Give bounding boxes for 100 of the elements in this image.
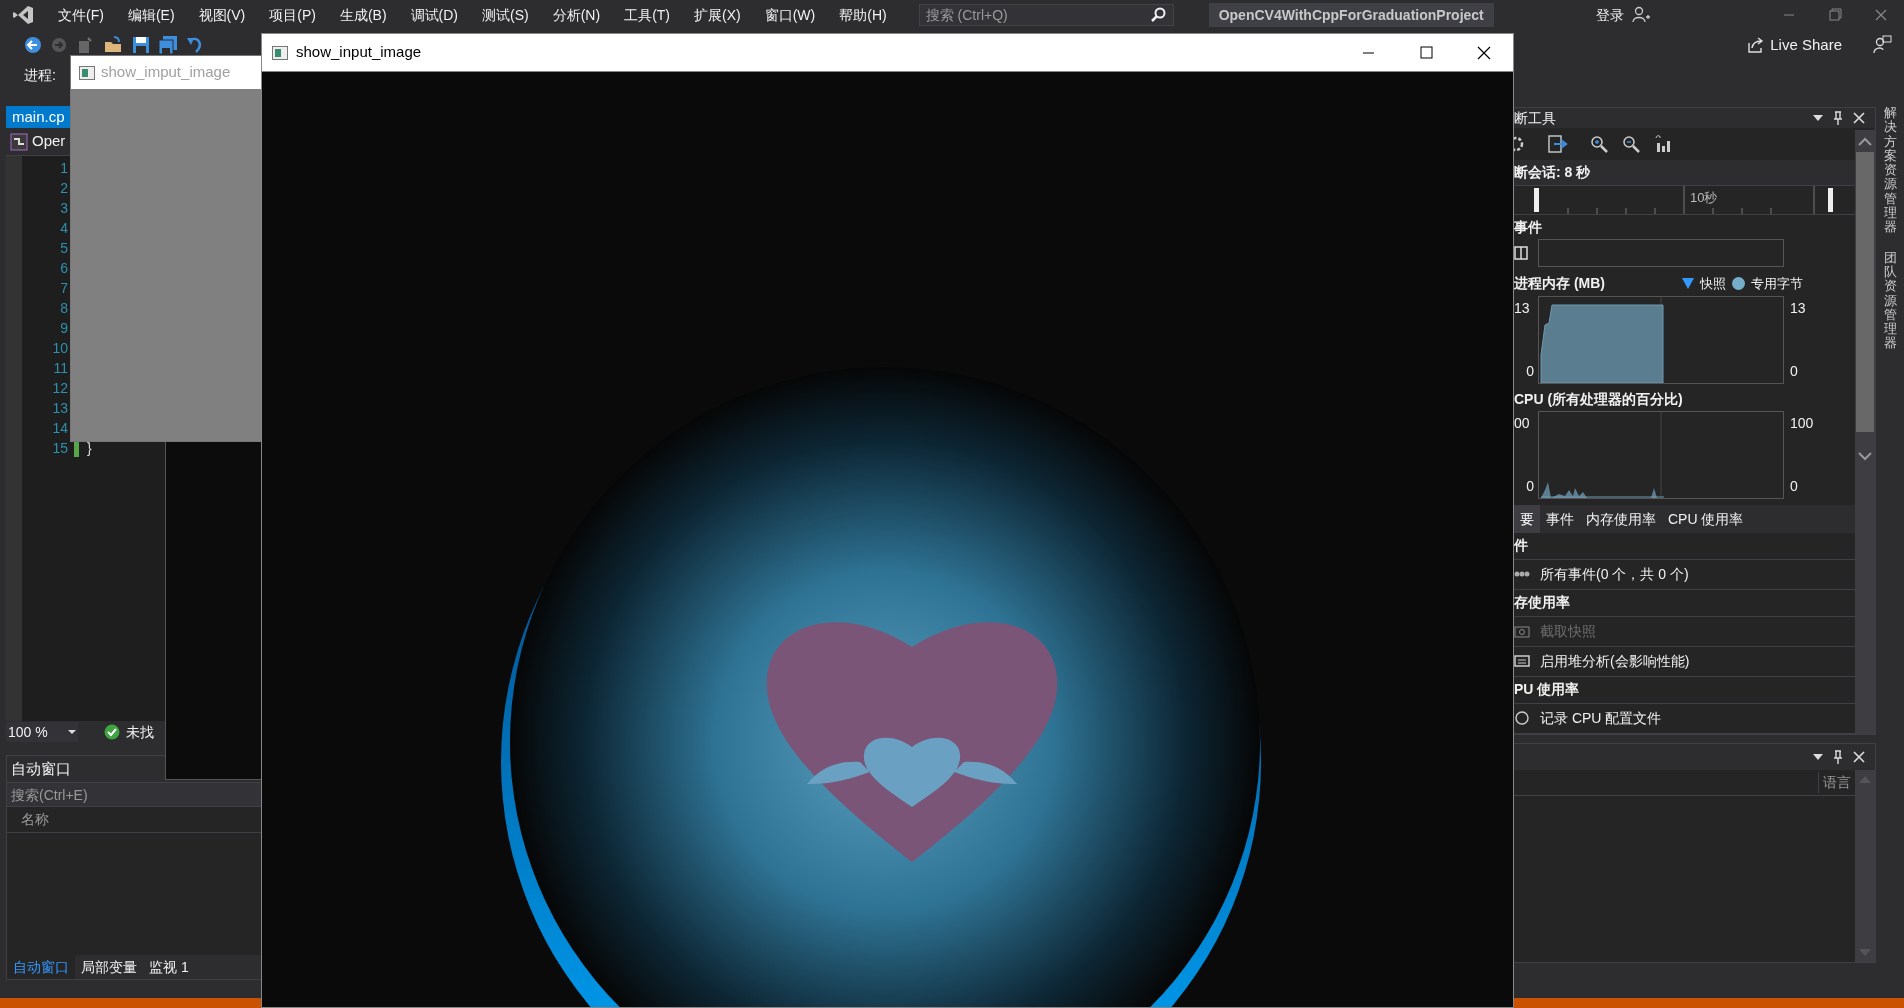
gear-icon[interactable] — [1514, 134, 1526, 153]
axis-label: 00 — [1514, 414, 1531, 434]
line-number: 4 — [60, 219, 68, 238]
line-number: 12 — [52, 379, 68, 398]
panel-tab[interactable]: CPU 使用率 — [1662, 505, 1750, 533]
person-add-icon[interactable] — [1631, 6, 1650, 24]
axis-label: 0 — [1525, 477, 1535, 497]
line-number: 8 — [60, 299, 68, 318]
window-title: show_imput_image — [101, 62, 231, 83]
undo-icon[interactable] — [186, 36, 204, 54]
legend-label: 快照 — [1700, 275, 1726, 294]
line-number: 9 — [60, 319, 68, 338]
pin-icon[interactable] — [1833, 111, 1843, 125]
panel-tab[interactable]: 监视 1 — [143, 955, 195, 979]
export-icon[interactable] — [1548, 134, 1568, 153]
panel-tab[interactable]: 事件 — [1540, 505, 1580, 533]
back-icon[interactable] — [24, 36, 42, 54]
axis-label: 0 — [1525, 361, 1535, 381]
side-tab[interactable]: 解决方案资源管理器 — [1883, 106, 1897, 235]
zoom-in-icon[interactable] — [1590, 134, 1608, 153]
menu-item[interactable]: 工具(T) — [612, 4, 682, 26]
memory-chip-icon — [1514, 654, 1530, 669]
axis-label: 13 — [1790, 298, 1807, 318]
line-number: 7 — [60, 279, 68, 298]
issues-status: 未找 — [126, 722, 154, 742]
project-icon — [10, 132, 28, 151]
column-header: 名称 — [21, 810, 49, 829]
window-title: show_input_image — [296, 42, 422, 63]
menu-item[interactable]: 扩展(X) — [682, 4, 753, 26]
save-icon[interactable] — [132, 36, 150, 54]
columns-icon[interactable] — [1514, 246, 1528, 261]
pin-icon[interactable] — [1833, 750, 1843, 764]
triangle-icon — [1682, 278, 1694, 290]
section-label: 事件 — [1514, 218, 1543, 238]
column-header: 语言 — [1818, 772, 1851, 793]
line-number: 5 — [60, 239, 68, 258]
panel-title: 断工具 — [1514, 108, 1556, 128]
chevron-down-icon — [1858, 452, 1872, 462]
menu-item[interactable]: 编辑(E) — [115, 4, 187, 26]
zoom-dropdown[interactable]: 100 % — [6, 722, 78, 742]
record-icon — [1514, 710, 1530, 727]
solution-name: OpenCV4WithCppForGraduationProject — [1208, 3, 1494, 27]
search-field[interactable]: 搜索 (Ctrl+Q) — [918, 4, 1174, 26]
menu-item[interactable]: 生成(B) — [327, 4, 399, 26]
menu-item[interactable]: 文件(F) — [46, 4, 116, 26]
menu-item[interactable]: 调试(D) — [398, 4, 470, 26]
menu-item[interactable]: 窗口(W) — [752, 4, 828, 26]
session-duration: 断会话: 8 秒 — [1514, 159, 1855, 186]
menu-item[interactable]: 测试(S) — [470, 4, 541, 26]
timeline-label: 10秒 — [1690, 189, 1718, 208]
panel-tab[interactable]: 要 — [1514, 505, 1540, 533]
menu-item[interactable]: 项目(P) — [257, 4, 328, 26]
line-number: 14 — [52, 419, 68, 438]
sign-in-link[interactable]: 登录 — [1595, 4, 1624, 26]
feedback-icon[interactable] — [1872, 35, 1892, 55]
line-number: 6 — [60, 259, 68, 278]
line-number: 10 — [52, 339, 68, 358]
process-label: 进程: — [24, 65, 56, 85]
line-number: 13 — [52, 399, 68, 418]
save-all-icon[interactable] — [158, 36, 178, 54]
axis-label: 0 — [1790, 477, 1799, 497]
panel-title: 自动窗口 — [11, 758, 71, 779]
legend-label: 专用字节 — [1751, 275, 1803, 294]
menu-item[interactable]: 视图(V) — [186, 4, 258, 26]
panel-tab[interactable]: 内存使用率 — [1580, 505, 1662, 533]
menu-item[interactable]: 帮助(H) — [827, 4, 899, 26]
close-icon[interactable] — [1853, 112, 1865, 124]
line-number: 1 — [60, 159, 68, 178]
chart-title: 进程内存 (MB) — [1514, 274, 1605, 294]
menu-item[interactable]: 分析(N) — [540, 4, 613, 26]
window-icon — [272, 45, 288, 60]
scroll-up-icon — [1859, 776, 1871, 783]
check-circle-icon — [104, 724, 120, 740]
line-number: 2 — [60, 179, 68, 198]
close-icon[interactable] — [1853, 751, 1865, 763]
window-icon — [79, 65, 95, 80]
scroll-bar[interactable] — [1855, 130, 1875, 734]
open-folder-icon[interactable] — [104, 36, 124, 54]
chart-icon[interactable] — [1654, 134, 1672, 153]
dropdown-icon[interactable] — [1813, 753, 1823, 761]
zoom-out-icon[interactable] — [1622, 134, 1640, 153]
scroll-bar[interactable] — [1855, 770, 1875, 962]
dot-icon — [1732, 277, 1745, 291]
axis-label: 0 — [1790, 361, 1799, 381]
line-number: 11 — [53, 359, 68, 378]
axis-label: 13 — [1514, 298, 1531, 318]
line-number: 15 — [52, 439, 68, 458]
dropdown-icon[interactable] — [1813, 114, 1823, 122]
chevron-up-icon — [1858, 136, 1872, 146]
share-icon — [1746, 36, 1765, 54]
search-field[interactable]: 搜索(Ctrl+E) — [7, 782, 261, 807]
panel-tab[interactable]: 局部变量 — [75, 955, 143, 979]
code-line: } — [87, 438, 92, 458]
axis-label: 100 — [1790, 414, 1815, 434]
side-tab[interactable]: 团队资源管理器 — [1883, 250, 1897, 351]
search-icon — [1149, 7, 1166, 23]
live-share-button[interactable]: Live Share — [1746, 33, 1842, 57]
navigation-dropdown[interactable]: Oper — [32, 130, 66, 153]
panel-tab[interactable]: 自动窗口 — [7, 955, 75, 979]
file-tab[interactable]: main.cp — [6, 106, 70, 128]
